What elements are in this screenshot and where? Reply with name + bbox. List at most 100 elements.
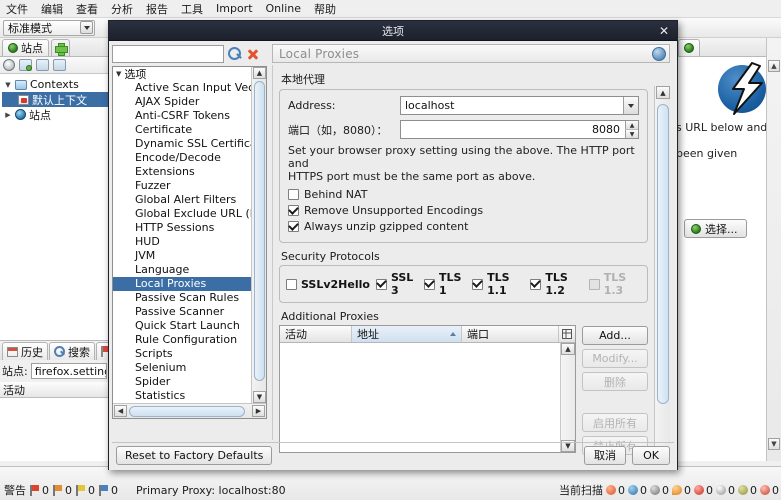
tab-add-button[interactable]	[51, 39, 70, 56]
spinner-down-icon[interactable]: ▼	[625, 130, 638, 138]
checkbox-tls1[interactable]: TLS 1	[424, 271, 466, 297]
scroll-down-icon[interactable]: ▼	[253, 391, 266, 403]
checkbox-checked-icon[interactable]	[375, 278, 387, 290]
checkbox-behind-nat[interactable]: Behind NAT	[288, 188, 639, 201]
checkbox-tls12[interactable]: TLS 1.2	[530, 271, 582, 297]
menu-item-edit[interactable]: 编辑	[39, 0, 65, 18]
spinner-up-icon[interactable]: ▲	[625, 121, 638, 130]
menu-item-tools[interactable]: 工具	[179, 0, 205, 18]
checkbox-checked-icon[interactable]	[530, 278, 542, 290]
tree-root-options[interactable]: ▼ 选项	[113, 67, 251, 81]
spinner-buttons[interactable]: ▲ ▼	[625, 121, 638, 138]
option-item-dynamic-ssl-certificates[interactable]: Dynamic SSL Certificates	[113, 137, 251, 151]
option-item-rule-configuration[interactable]: Rule Configuration	[113, 333, 251, 347]
cancel-button[interactable]: 取消	[584, 445, 626, 465]
chevron-down-icon[interactable]: ▼	[4, 81, 12, 89]
option-item-active-scan-input-vector[interactable]: Active Scan Input Vector	[113, 81, 251, 95]
option-item-passive-scan-rules[interactable]: Passive Scan Rules	[113, 291, 251, 305]
mode-selector[interactable]: 标准模式	[3, 19, 95, 36]
select-button[interactable]: 选择...	[684, 219, 747, 238]
search-icon[interactable]	[228, 47, 242, 61]
tab-sites[interactable]: 站点	[2, 39, 49, 56]
column-header-port[interactable]: 端口	[462, 326, 559, 342]
checkbox-tls11[interactable]: TLS 1.1	[472, 271, 524, 297]
reset-to-factory-defaults-button[interactable]: Reset to Factory Defaults	[116, 445, 273, 465]
option-item-encode-decode[interactable]: Encode/Decode	[113, 151, 251, 165]
option-item-quick-start-launch[interactable]: Quick Start Launch	[113, 319, 251, 333]
checkbox-always-unzip-gzipped-content[interactable]: Always unzip gzipped content	[288, 220, 639, 233]
option-item-language[interactable]: Language	[113, 263, 251, 277]
chevron-right-icon[interactable]: ▶	[4, 111, 12, 119]
add-window-icon[interactable]	[19, 59, 32, 71]
option-item-global-alert-filters[interactable]: Global Alert Filters	[113, 193, 251, 207]
add-proxy-button[interactable]: Add...	[582, 326, 648, 345]
option-item-global-exclude-url[interactable]: Global Exclude URL (Beta	[113, 207, 251, 221]
menu-item-file[interactable]: 文件	[4, 0, 30, 18]
scroll-up-icon[interactable]: ▲	[253, 67, 266, 79]
checkbox-checked-icon[interactable]	[424, 278, 435, 290]
help-icon[interactable]	[652, 47, 666, 61]
table-body[interactable]	[280, 343, 560, 452]
column-header-active[interactable]: 活动	[280, 326, 352, 342]
option-item-statistics[interactable]: Statistics	[113, 389, 251, 403]
option-item-selenium[interactable]: Selenium	[113, 361, 251, 375]
option-item-spider[interactable]: Spider	[113, 375, 251, 389]
options-tree-vscrollbar[interactable]: ▲ ▼	[251, 67, 266, 403]
site-input[interactable]: firefox.settings.se	[30, 363, 107, 379]
option-item-fuzzer[interactable]: Fuzzer	[113, 179, 251, 193]
table-vscrollbar[interactable]: ▲ ▼	[560, 343, 575, 452]
chevron-down-icon[interactable]	[623, 97, 638, 114]
option-item-certificate[interactable]: Certificate	[113, 123, 251, 137]
clear-icon[interactable]	[246, 47, 260, 61]
scroll-down-icon[interactable]: ▼	[768, 438, 780, 450]
option-item-passive-scanner[interactable]: Passive Scanner	[113, 305, 251, 319]
option-item-extensions[interactable]: Extensions	[113, 165, 251, 179]
options-tree-hscrollbar[interactable]: ◀ ▶	[113, 403, 266, 418]
option-item-ajax-spider[interactable]: AJAX Spider	[113, 95, 251, 109]
option-item-anti-csrf-tokens[interactable]: Anti-CSRF Tokens	[113, 109, 251, 123]
menu-item-online[interactable]: Online	[264, 1, 303, 16]
right-scrollbar[interactable]: ▲ ▼	[766, 38, 781, 461]
chevron-down-icon[interactable]: ▼	[116, 70, 121, 78]
checkbox-icon[interactable]	[288, 189, 299, 200]
column-header-address[interactable]: 地址	[352, 326, 462, 342]
option-item-local-proxies[interactable]: Local Proxies	[113, 277, 251, 291]
checkbox-icon[interactable]	[286, 278, 297, 290]
address-combo[interactable]: localhost	[400, 96, 639, 115]
collapse-window-icon[interactable]	[53, 59, 66, 71]
option-item-jvm[interactable]: JVM	[113, 249, 251, 263]
dialog-titlebar[interactable]: 选项 ✕	[109, 21, 677, 41]
checkbox-ssl3[interactable]: SSL 3	[375, 271, 418, 297]
expand-window-icon[interactable]	[36, 59, 49, 71]
tree-node-sites[interactable]: ▶ 站点	[2, 107, 109, 122]
scroll-left-icon[interactable]: ◀	[114, 405, 127, 417]
menu-item-report[interactable]: 报告	[144, 0, 170, 18]
tab-quickstart[interactable]	[678, 39, 700, 56]
search-input[interactable]	[112, 45, 224, 63]
scroll-up-icon[interactable]: ▲	[561, 343, 575, 355]
menu-item-import[interactable]: Import	[214, 1, 255, 16]
close-icon[interactable]: ✕	[657, 24, 671, 38]
checkbox-checked-icon[interactable]	[472, 278, 484, 290]
scroll-right-icon[interactable]: ▶	[252, 405, 265, 417]
scroll-thumb-horizontal[interactable]	[129, 406, 245, 417]
scroll-up-icon[interactable]: ▲	[768, 60, 780, 72]
option-item-scripts[interactable]: Scripts	[113, 347, 251, 361]
scroll-thumb-vertical[interactable]	[254, 81, 265, 381]
menu-item-help[interactable]: 帮助	[312, 0, 338, 18]
option-item-hud[interactable]: HUD	[113, 235, 251, 249]
table-settings-icon[interactable]	[559, 326, 575, 342]
tab-search[interactable]: 搜索	[49, 342, 95, 360]
menu-item-view[interactable]: 查看	[74, 0, 100, 18]
checkbox-remove-unsupported-encodings[interactable]: Remove Unsupported Encodings	[288, 204, 639, 217]
port-spinner[interactable]: 8080 ▲ ▼	[400, 120, 639, 139]
ok-button[interactable]: OK	[632, 445, 670, 465]
panel-vscrollbar[interactable]: ▲ ▼	[654, 86, 670, 461]
checkbox-checked-icon[interactable]	[288, 221, 299, 232]
checkbox-checked-icon[interactable]	[288, 205, 299, 216]
scroll-thumb-vertical[interactable]	[657, 104, 669, 404]
menu-item-analyse[interactable]: 分析	[109, 0, 135, 18]
checkbox-sslv2hello[interactable]: SSLv2Hello	[286, 278, 370, 291]
option-item-http-sessions[interactable]: HTTP Sessions	[113, 221, 251, 235]
target-icon[interactable]	[3, 59, 15, 71]
